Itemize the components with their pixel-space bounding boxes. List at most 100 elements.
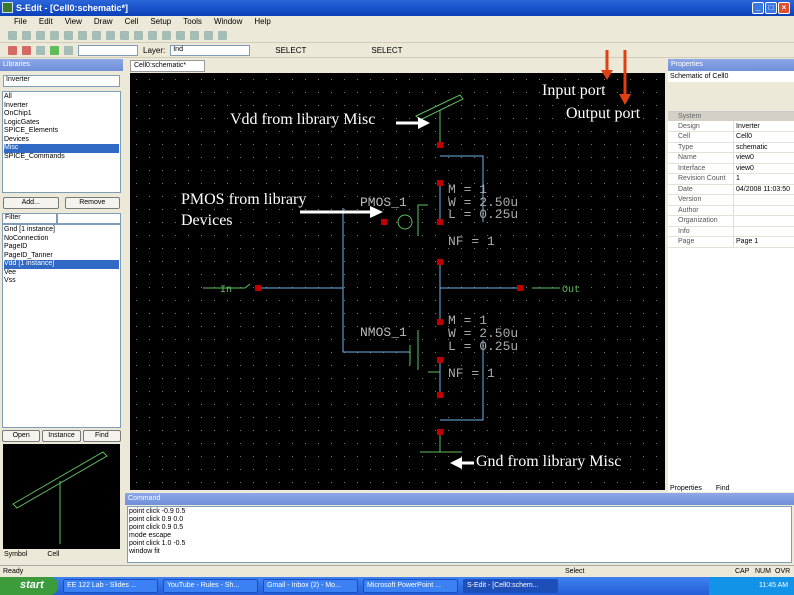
close-button[interactable]: ×	[778, 2, 790, 14]
pmos-name[interactable]: PMOS_1	[360, 195, 407, 210]
library-item[interactable]: All	[4, 93, 119, 102]
command-output[interactable]: point click -0.9 0.5 point click 0.9 0.0 p…	[127, 506, 792, 563]
property-row[interactable]: Design Inverter	[668, 121, 794, 132]
check-icon[interactable]	[8, 45, 17, 55]
library-dropdown[interactable]: Inverter	[3, 75, 120, 87]
menu-window[interactable]: Window	[214, 17, 242, 28]
undo-icon[interactable]	[106, 30, 115, 40]
help-icon[interactable]	[162, 30, 171, 40]
cell-item[interactable]: PageID	[4, 243, 119, 252]
library-item[interactable]: LogicGates	[4, 119, 119, 128]
property-value[interactable]: 1	[733, 173, 794, 185]
property-value[interactable]	[733, 226, 794, 237]
command-line[interactable]: point click -0.9 0.5	[129, 508, 790, 516]
cell-item[interactable]: Gnd [1 instance]	[4, 226, 119, 235]
command-line[interactable]: mode escape	[129, 532, 790, 540]
property-row[interactable]: Type schematic	[668, 142, 794, 153]
start-button[interactable]: start	[0, 577, 58, 595]
minimize-button[interactable]: _	[752, 2, 764, 14]
property-row[interactable]: Info	[668, 226, 794, 237]
property-value[interactable]	[733, 205, 794, 216]
task-1[interactable]: EE 122 Lab - Slides ...	[63, 579, 158, 593]
property-value[interactable]	[733, 194, 794, 206]
instance-button[interactable]: Instance	[42, 430, 81, 442]
cell-item[interactable]: NoConnection	[4, 235, 119, 244]
property-row[interactable]: Page Page 1	[668, 236, 794, 248]
library-item[interactable]: OnChip1	[4, 110, 119, 119]
cell-item[interactable]: Vee	[4, 269, 119, 278]
library-item[interactable]: SPICE_Elements	[4, 127, 119, 136]
task-2[interactable]: YouTube - Rules - Sh...	[163, 579, 258, 593]
cell-item[interactable]: PageID_Tanner	[4, 252, 119, 261]
menu-setup[interactable]: Setup	[150, 17, 171, 28]
property-row[interactable]: Version	[668, 194, 794, 206]
property-row[interactable]: Date 04/2008 11:03:50	[668, 184, 794, 195]
verify-icon[interactable]	[22, 45, 31, 55]
property-row[interactable]: Name view0	[668, 152, 794, 164]
select-tool-icon[interactable]	[176, 30, 185, 40]
probe-icon[interactable]	[36, 45, 45, 55]
layer-select[interactable]: Ind	[170, 44, 251, 56]
task-5[interactable]: S-Edit - [Cell0:schem...	[463, 579, 558, 593]
run-icon[interactable]	[50, 45, 59, 55]
library-item[interactable]: Inverter	[4, 102, 119, 111]
property-value[interactable]: schematic	[733, 142, 794, 153]
nmos-name[interactable]: NMOS_1	[360, 325, 407, 340]
net-select[interactable]	[78, 44, 138, 56]
library-item[interactable]: Misc	[4, 144, 119, 153]
tab-cell[interactable]: Cell	[47, 551, 59, 558]
menu-tools[interactable]: Tools	[183, 17, 202, 28]
add-library-button[interactable]: Add...	[3, 197, 59, 209]
filter-input[interactable]	[57, 213, 121, 224]
save-icon[interactable]	[36, 30, 45, 40]
property-value[interactable]: 04/2008 11:03:50	[733, 184, 794, 195]
open-button[interactable]: Open	[2, 430, 41, 442]
command-line[interactable]: point click 1.0 -0.5	[129, 540, 790, 548]
menu-edit[interactable]: Edit	[39, 17, 53, 28]
command-line[interactable]: point click 0.9 0.5	[129, 524, 790, 532]
port-tool-icon[interactable]	[218, 30, 227, 40]
property-value[interactable]	[733, 215, 794, 227]
command-line[interactable]: window fit	[129, 548, 790, 556]
paste-icon[interactable]	[92, 30, 101, 40]
property-row[interactable]: Interface view0	[668, 163, 794, 174]
task-3[interactable]: Gmail - Inbox (2) - Mo...	[263, 579, 358, 593]
property-row[interactable]: Revision Count 1	[668, 173, 794, 185]
copy-icon[interactable]	[78, 30, 87, 40]
maximize-button[interactable]: □	[765, 2, 777, 14]
select-mode-2[interactable]: SELECT	[371, 46, 402, 55]
property-value[interactable]: Cell0	[733, 131, 794, 143]
forward-icon[interactable]	[148, 30, 157, 40]
print-icon[interactable]	[50, 30, 59, 40]
open-icon[interactable]	[22, 30, 31, 40]
new-icon[interactable]	[8, 30, 17, 40]
cell-item[interactable]: Vss	[4, 277, 119, 286]
library-item[interactable]: Devices	[4, 136, 119, 145]
property-row[interactable]: Cell Cell0	[668, 131, 794, 143]
schematic-canvas[interactable]: PMOS_1 M = 1 W = 2.50u L = 0.25u NF = 1 …	[130, 73, 665, 490]
task-4[interactable]: Microsoft PowerPoint ...	[363, 579, 458, 593]
property-value[interactable]: view0	[733, 152, 794, 164]
menu-view[interactable]: View	[65, 17, 82, 28]
menu-help[interactable]: Help	[254, 17, 270, 28]
wire-tool-icon[interactable]	[204, 30, 213, 40]
stop-icon[interactable]	[64, 45, 73, 55]
menu-draw[interactable]: Draw	[94, 17, 113, 28]
cut-icon[interactable]	[64, 30, 73, 40]
property-value[interactable]: view0	[733, 163, 794, 174]
property-value[interactable]: Page 1	[733, 236, 794, 248]
menu-file[interactable]: File	[14, 17, 27, 28]
property-row[interactable]: Author	[668, 205, 794, 216]
command-line[interactable]: point click 0.9 0.0	[129, 516, 790, 524]
filter-dropdown[interactable]: Filter	[2, 213, 57, 224]
back-icon[interactable]	[134, 30, 143, 40]
tab-properties[interactable]: Properties	[670, 485, 702, 492]
tab-symbol[interactable]: Symbol	[4, 551, 27, 558]
redo-icon[interactable]	[120, 30, 129, 40]
property-value[interactable]: Inverter	[733, 121, 794, 132]
find-button[interactable]: Find	[82, 430, 121, 442]
tab-find[interactable]: Find	[716, 485, 730, 492]
box-tool-icon[interactable]	[190, 30, 199, 40]
menu-cell[interactable]: Cell	[125, 17, 139, 28]
cell-item[interactable]: Vdd [1 instance]	[4, 260, 119, 269]
